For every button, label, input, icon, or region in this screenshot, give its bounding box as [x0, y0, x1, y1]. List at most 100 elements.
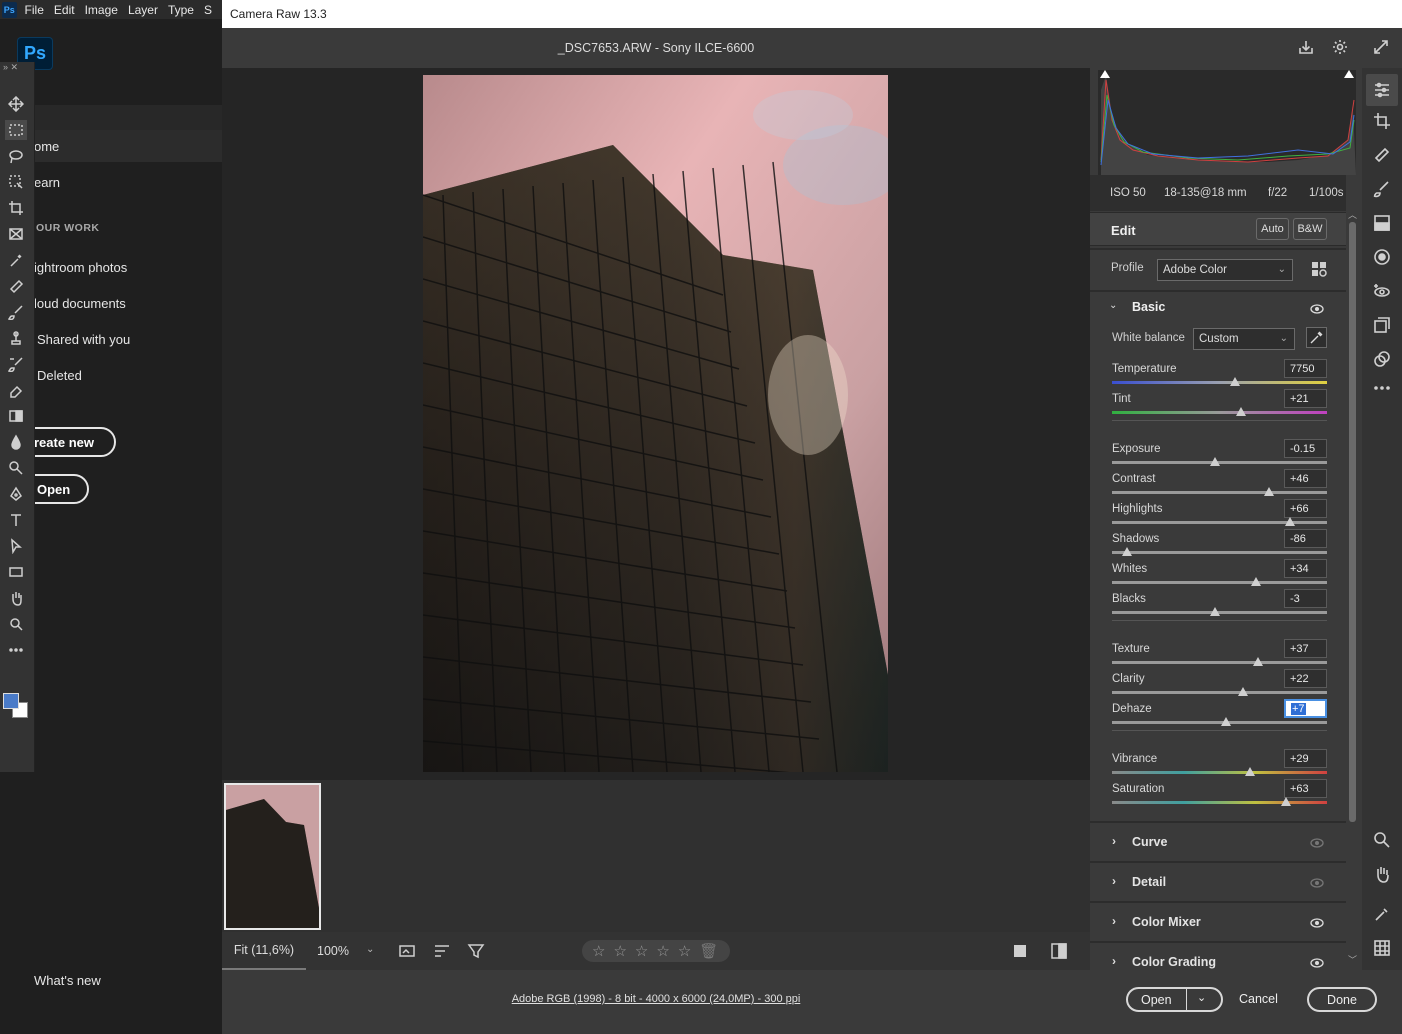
- done-button[interactable]: Done: [1307, 987, 1377, 1012]
- white-balance-eyedropper-icon[interactable]: [1306, 327, 1327, 348]
- slider-value-input[interactable]: +22: [1284, 669, 1327, 688]
- filmstrip-toggle-icon[interactable]: [398, 941, 418, 961]
- trash-icon[interactable]: 🗑: [699, 942, 718, 960]
- hand-tool-icon[interactable]: [5, 588, 27, 608]
- zoom-icon[interactable]: [1372, 830, 1392, 850]
- slider-handle[interactable]: [1244, 767, 1255, 776]
- slider-handle[interactable]: [1220, 717, 1231, 726]
- linear-gradient-icon[interactable]: [1372, 213, 1392, 233]
- red-eye-icon[interactable]: [1372, 281, 1392, 301]
- foreground-color-swatch[interactable]: [3, 693, 19, 709]
- snapshots-icon[interactable]: [1372, 315, 1392, 335]
- section-color-grading[interactable]: › Color Grading: [1090, 941, 1346, 981]
- profile-browser-icon[interactable]: [1311, 261, 1327, 277]
- white-balance-select[interactable]: Custom ⌄: [1193, 328, 1295, 350]
- star-5-icon[interactable]: ☆: [678, 942, 691, 960]
- type-tool-icon[interactable]: [5, 510, 27, 530]
- rectangle-tool-icon[interactable]: [5, 562, 27, 582]
- panel-scrollbar[interactable]: ︿ ﹀: [1346, 208, 1358, 968]
- slider-value-input[interactable]: +7: [1284, 699, 1327, 718]
- scroll-down-icon[interactable]: ﹀: [1348, 953, 1357, 966]
- menu-type[interactable]: Type: [168, 3, 194, 17]
- crop-tool-icon[interactable]: [5, 198, 27, 218]
- slider-track[interactable]: [1112, 721, 1327, 724]
- visibility-eye-icon[interactable]: [1310, 878, 1324, 888]
- color-swatches[interactable]: [2, 690, 32, 720]
- filter-icon[interactable]: [466, 941, 486, 961]
- menu-edit[interactable]: Edit: [54, 3, 75, 17]
- healing-icon[interactable]: [1372, 145, 1392, 165]
- open-options-chevron-icon[interactable]: ⌄: [1197, 991, 1206, 1004]
- radial-gradient-icon[interactable]: [1372, 247, 1392, 267]
- visibility-eye-icon[interactable]: [1310, 838, 1324, 848]
- slider-track[interactable]: [1112, 381, 1327, 384]
- brush-icon[interactable]: [1372, 179, 1392, 199]
- slider-value-input[interactable]: +46: [1284, 469, 1327, 488]
- slider-handle[interactable]: [1236, 407, 1246, 416]
- lasso-tool-icon[interactable]: [5, 146, 27, 166]
- chevron-right-icon[interactable]: ›: [1112, 914, 1116, 928]
- slider-handle[interactable]: [1281, 797, 1292, 806]
- before-after-icon[interactable]: [1050, 942, 1070, 960]
- settings-gear-icon[interactable]: [1331, 38, 1351, 58]
- slider-value-input[interactable]: +34: [1284, 559, 1327, 578]
- pen-tool-icon[interactable]: [5, 484, 27, 504]
- slider-track[interactable]: [1112, 801, 1327, 804]
- slider-handle[interactable]: [1253, 657, 1264, 666]
- eyedropper-icon[interactable]: [5, 250, 27, 270]
- bw-button[interactable]: B&W: [1293, 218, 1327, 240]
- chevron-right-icon[interactable]: ›: [1112, 834, 1116, 848]
- toolbar-collapse-icon[interactable]: » ✕: [3, 62, 18, 73]
- single-view-icon[interactable]: [1012, 943, 1028, 959]
- slider-handle[interactable]: [1210, 457, 1221, 466]
- slider-value-input[interactable]: 7750: [1284, 359, 1327, 378]
- filmstrip-thumbnail[interactable]: [224, 783, 321, 930]
- fullscreen-icon[interactable]: [1372, 38, 1392, 58]
- path-selection-icon[interactable]: [5, 536, 27, 556]
- slider-value-input[interactable]: +21: [1284, 389, 1327, 408]
- slider-handle[interactable]: [1238, 687, 1249, 696]
- visibility-eye-icon[interactable]: [1310, 958, 1324, 968]
- section-detail[interactable]: › Detail: [1090, 861, 1346, 901]
- zoom-dropdown-icon[interactable]: ⌄: [366, 944, 374, 955]
- edit-sliders-icon[interactable]: [1372, 80, 1392, 100]
- slider-track[interactable]: [1112, 411, 1327, 414]
- eraser-icon[interactable]: [5, 380, 27, 400]
- slider-handle[interactable]: [1251, 577, 1262, 586]
- slider-track[interactable]: [1112, 491, 1327, 494]
- slider-value-input[interactable]: +37: [1284, 639, 1327, 658]
- slider-track[interactable]: [1112, 581, 1327, 584]
- gradient-tool-icon[interactable]: [5, 406, 27, 426]
- brush-tool-icon[interactable]: [5, 302, 27, 322]
- star-2-icon[interactable]: ☆: [613, 942, 626, 960]
- slider-track[interactable]: [1112, 661, 1327, 664]
- star-1-icon[interactable]: ☆: [592, 942, 605, 960]
- menu-image[interactable]: Image: [85, 3, 118, 17]
- slider-value-input[interactable]: -3: [1284, 589, 1327, 608]
- slider-handle[interactable]: [1263, 487, 1274, 496]
- zoom-fit-button[interactable]: Fit (11,6%): [222, 932, 306, 970]
- sort-icon[interactable]: [432, 941, 452, 961]
- section-curve[interactable]: › Curve: [1090, 821, 1346, 861]
- basic-section-header[interactable]: ⌄ Basic: [1090, 290, 1346, 322]
- scroll-up-icon[interactable]: ︿: [1348, 208, 1357, 221]
- slider-handle[interactable]: [1122, 547, 1133, 556]
- zoom-percentage[interactable]: 100% ⌄: [306, 932, 378, 970]
- visibility-eye-icon[interactable]: [1310, 918, 1324, 928]
- object-selection-icon[interactable]: [5, 172, 27, 192]
- hand-icon[interactable]: [1372, 864, 1392, 884]
- slider-handle[interactable]: [1210, 607, 1221, 616]
- chevron-right-icon[interactable]: ›: [1112, 874, 1116, 888]
- frame-tool-icon[interactable]: [5, 224, 27, 244]
- history-brush-icon[interactable]: [5, 354, 27, 374]
- marquee-tool-icon[interactable]: [5, 120, 27, 140]
- crop-icon[interactable]: [1372, 111, 1392, 131]
- slider-handle[interactable]: [1229, 377, 1240, 386]
- basic-expand-chevron-icon[interactable]: ⌄: [1109, 300, 1117, 311]
- slider-value-input[interactable]: +66: [1284, 499, 1327, 518]
- profile-select[interactable]: Adobe Color ⌄: [1157, 259, 1293, 281]
- star-4-icon[interactable]: ☆: [656, 942, 669, 960]
- scrollbar-thumb[interactable]: [1349, 222, 1356, 822]
- more-options-icon[interactable]: [1372, 378, 1392, 398]
- slider-value-input[interactable]: +29: [1284, 749, 1327, 768]
